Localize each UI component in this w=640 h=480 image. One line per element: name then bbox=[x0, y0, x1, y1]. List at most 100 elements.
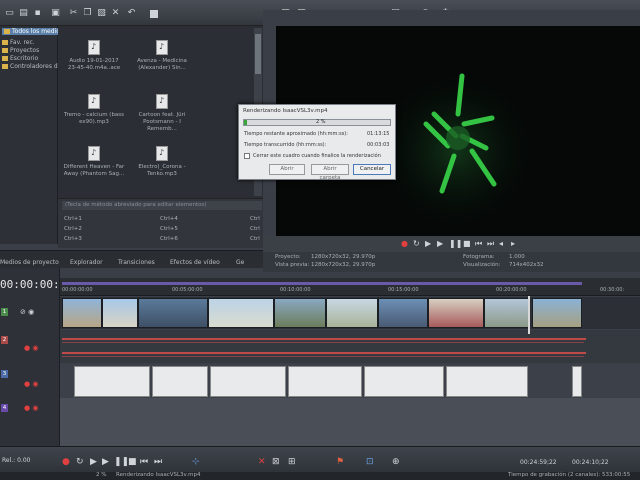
audio-clip[interactable] bbox=[572, 366, 582, 397]
loop-icon[interactable]: ↻ bbox=[413, 239, 420, 248]
timeline-empty-area[interactable] bbox=[60, 398, 640, 446]
mute-icon[interactable]: ⊘ ◉ bbox=[20, 308, 34, 316]
video-clip[interactable] bbox=[208, 298, 274, 328]
edit-tool-icon[interactable]: ⊹ bbox=[192, 457, 200, 467]
split-icon[interactable]: ⊞ bbox=[288, 457, 296, 467]
track-number: 3 bbox=[1, 370, 8, 378]
play-icon[interactable]: ▶ bbox=[425, 239, 431, 248]
file-item[interactable]: Electro)_Corona - Tenko.mp3 bbox=[130, 146, 194, 178]
video-clip[interactable] bbox=[274, 298, 326, 328]
tab-generators[interactable]: Ge bbox=[236, 259, 244, 266]
render-dialog: Renderizando IsaacVSL3v.mp4 2 % Tiempo r… bbox=[238, 104, 396, 181]
tree-item-projects[interactable]: Proyectos bbox=[2, 47, 39, 54]
next-frame-icon[interactable]: ▸ bbox=[511, 239, 515, 248]
shortcut-key[interactable]: Ctrl+3 bbox=[64, 236, 82, 242]
audio-waveform bbox=[62, 342, 584, 343]
stop-icon[interactable]: ■ bbox=[128, 457, 137, 467]
audio-clip[interactable] bbox=[210, 366, 286, 397]
close-when-done-checkbox[interactable] bbox=[244, 153, 250, 159]
prev-frame-icon[interactable]: ◂ bbox=[499, 239, 503, 248]
shortcut-key[interactable]: Ctrl+4 bbox=[160, 216, 178, 222]
snap-icon[interactable]: ⊡ bbox=[366, 457, 374, 467]
audio-clip[interactable] bbox=[288, 366, 362, 397]
audio-clip[interactable] bbox=[364, 366, 444, 397]
video-clip[interactable] bbox=[102, 298, 138, 328]
open-icon[interactable]: ▤ bbox=[18, 8, 29, 19]
cancel-button[interactable]: Cancelar bbox=[353, 164, 391, 175]
file-item[interactable]: Tremo - calcium (bass ex90).mp3 bbox=[62, 94, 126, 126]
go-end-icon[interactable]: ⏭ bbox=[154, 457, 162, 467]
copy-icon[interactable]: ❐ bbox=[82, 8, 93, 19]
arm-record-icon[interactable]: ● ◉ bbox=[24, 344, 38, 352]
time-readout: 00:24:59;22 bbox=[520, 459, 557, 466]
arm-record-icon[interactable]: ● ◉ bbox=[24, 404, 38, 412]
save-icon[interactable]: ▪ bbox=[32, 8, 43, 19]
audio-waveform bbox=[532, 338, 586, 340]
render-icon[interactable]: ▣ bbox=[50, 8, 61, 19]
play-icon[interactable]: ▶ bbox=[90, 457, 97, 467]
audio-file-icon bbox=[156, 40, 168, 55]
timeline-ruler[interactable]: 00:00:00:00 00:05:00:00 00:10:00:00 00:1… bbox=[60, 278, 640, 296]
video-clip[interactable] bbox=[62, 298, 102, 328]
record-icon[interactable]: ● bbox=[401, 239, 408, 248]
tree-item-favorites[interactable]: Fav. rec. bbox=[2, 39, 35, 46]
pause-icon[interactable]: ❚❚ bbox=[114, 457, 129, 467]
file-item[interactable]: Audio 19-01-2017 23-45-40.m4a..ace bbox=[62, 40, 126, 72]
file-item[interactable]: Cartoon feat. Jüri Pootsmann - I Rememb.… bbox=[130, 94, 194, 133]
new-icon[interactable]: ▭ bbox=[4, 8, 15, 19]
shortcut-key[interactable]: Ctrl+5 bbox=[160, 226, 178, 232]
open-folder-button[interactable]: Abrir carpeta bbox=[311, 164, 349, 181]
go-end-icon[interactable]: ⏭ bbox=[487, 239, 494, 249]
arm-record-icon[interactable]: ● ◉ bbox=[24, 380, 38, 388]
tree-item-desktop[interactable]: Escritorio bbox=[2, 55, 38, 62]
tab-explorer[interactable]: Explorador bbox=[70, 259, 103, 266]
paste-icon[interactable]: ▧ bbox=[96, 8, 107, 19]
delete-icon[interactable]: ✕ bbox=[258, 457, 266, 467]
video-clip[interactable] bbox=[532, 298, 582, 328]
video-clip[interactable] bbox=[484, 298, 530, 328]
pause-icon[interactable]: ❚❚ bbox=[449, 239, 462, 248]
play-from-start-icon[interactable]: ▶ bbox=[102, 457, 109, 467]
tab-video-effects[interactable]: Efectos de vídeo bbox=[170, 259, 220, 266]
play-from-start-icon[interactable]: ▶ bbox=[437, 239, 443, 248]
cut-icon[interactable]: ✂ bbox=[68, 8, 79, 19]
delete-icon[interactable]: ✕ bbox=[110, 8, 121, 19]
stop-icon[interactable]: ■ bbox=[463, 239, 471, 248]
open-button[interactable]: Abrir bbox=[269, 164, 305, 175]
explorer-scroll-thumb[interactable] bbox=[255, 34, 261, 74]
audio-clip[interactable] bbox=[446, 366, 528, 397]
timeline-cursor[interactable] bbox=[528, 296, 530, 334]
audio-clip[interactable] bbox=[74, 366, 150, 397]
record-icon[interactable]: ● bbox=[62, 457, 70, 467]
video-clip[interactable] bbox=[378, 298, 428, 328]
audio-track-1[interactable] bbox=[60, 330, 640, 363]
file-item[interactable]: Different Heaven - Far Away (Phantom Sag… bbox=[62, 146, 126, 178]
tab-transitions[interactable]: Transiciones bbox=[118, 259, 155, 266]
properties-icon[interactable] bbox=[150, 10, 158, 18]
shortcut-key[interactable]: Ctrl+1 bbox=[64, 216, 82, 222]
marker-icon[interactable]: ⚑ bbox=[336, 457, 344, 467]
undo-icon[interactable]: ↶ bbox=[126, 8, 137, 19]
lock-icon[interactable]: ⊕ bbox=[392, 457, 400, 467]
shortcut-key[interactable]: Ctrl+2 bbox=[64, 226, 82, 232]
loop-icon[interactable]: ↻ bbox=[76, 457, 84, 467]
tab-project-media[interactable]: Medios de proyecto bbox=[0, 259, 59, 266]
file-item[interactable]: Avenza - Medicina (Alexander) Sin... bbox=[130, 40, 194, 72]
loop-region-bar[interactable] bbox=[62, 282, 582, 285]
shortcut-key[interactable]: Ctrl bbox=[250, 226, 260, 232]
video-clip[interactable] bbox=[428, 298, 484, 328]
render-progress-label: 2 % bbox=[316, 119, 326, 125]
track-number: 1 bbox=[1, 308, 8, 316]
track-number: 2 bbox=[1, 336, 8, 344]
video-clip[interactable] bbox=[138, 298, 208, 328]
video-clip[interactable] bbox=[326, 298, 378, 328]
shortcut-key[interactable]: Ctrl bbox=[250, 236, 260, 242]
trim-icon[interactable]: ⊠ bbox=[272, 457, 280, 467]
tree-item-all-media[interactable]: Todos los medios bbox=[2, 28, 66, 35]
go-start-icon[interactable]: ⏮ bbox=[140, 457, 148, 467]
audio-clip[interactable] bbox=[152, 366, 208, 397]
shortcut-key[interactable]: Ctrl bbox=[250, 216, 260, 222]
remaining-label: Tiempo restante aproximado (hh:mm:ss): bbox=[244, 131, 348, 137]
shortcut-key[interactable]: Ctrl+6 bbox=[160, 236, 178, 242]
go-start-icon[interactable]: ⏮ bbox=[475, 239, 482, 249]
